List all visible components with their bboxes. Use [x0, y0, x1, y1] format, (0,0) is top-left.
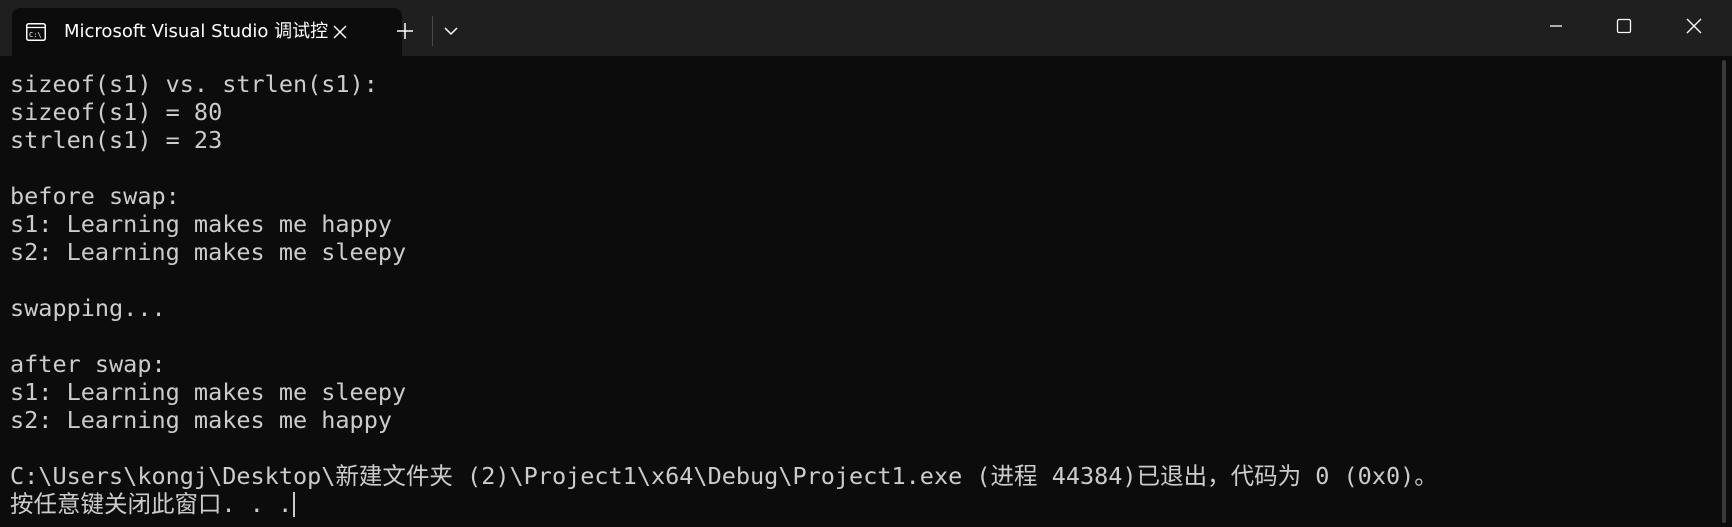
close-icon — [1686, 18, 1702, 34]
console-line: strlen(s1) = 23 — [10, 126, 223, 154]
console-line: swapping... — [10, 294, 166, 322]
console-output[interactable]: sizeof(s1) vs. strlen(s1): sizeof(s1) = … — [0, 56, 1718, 527]
tab-title: Microsoft Visual Studio 调试控 — [64, 21, 329, 42]
minimize-icon — [1550, 25, 1562, 27]
console-line: s2: Learning makes me sleepy — [10, 238, 407, 266]
title-bar[interactable]: C:\ Microsoft Visual Studio 调试控 — [0, 0, 1732, 56]
terminal-window: C:\ Microsoft Visual Studio 调试控 sizeof(s… — [0, 0, 1732, 527]
console-icon: C:\ — [26, 23, 46, 41]
console-line: sizeof(s1) vs. strlen(s1): — [10, 70, 378, 98]
console-prompt-text: 按任意键关闭此窗口. . . — [10, 490, 293, 518]
console-line: sizeof(s1) = 80 — [10, 98, 223, 126]
text-cursor — [293, 492, 296, 517]
close-tab-icon[interactable] — [330, 22, 350, 42]
chevron-down-icon[interactable] — [440, 20, 462, 42]
console-line: s2: Learning makes me happy — [10, 406, 393, 434]
console-line: before swap: — [10, 182, 180, 210]
console-line: after swap: — [10, 350, 166, 378]
scrollbar-thumb[interactable] — [1722, 60, 1726, 523]
vertical-scrollbar[interactable] — [1718, 56, 1732, 527]
svg-text:C:\: C:\ — [29, 31, 42, 39]
close-window-button[interactable] — [1660, 0, 1728, 52]
maximize-button[interactable] — [1590, 0, 1658, 52]
console-prompt-line: 按任意键关闭此窗口. . . — [10, 490, 1438, 518]
minimize-button[interactable] — [1522, 0, 1590, 52]
console-lines: sizeof(s1) vs. strlen(s1): sizeof(s1) = … — [10, 70, 1438, 518]
maximize-icon — [1616, 18, 1632, 34]
console-line: C:\Users\kongj\Desktop\新建文件夹 (2)\Project… — [10, 462, 1438, 490]
plus-icon[interactable] — [392, 18, 418, 44]
console-line: s1: Learning makes me sleepy — [10, 378, 407, 406]
tab-debug-console[interactable]: C:\ Microsoft Visual Studio 调试控 — [12, 8, 402, 56]
tab-separator — [432, 16, 433, 46]
console-line: s1: Learning makes me happy — [10, 210, 393, 238]
